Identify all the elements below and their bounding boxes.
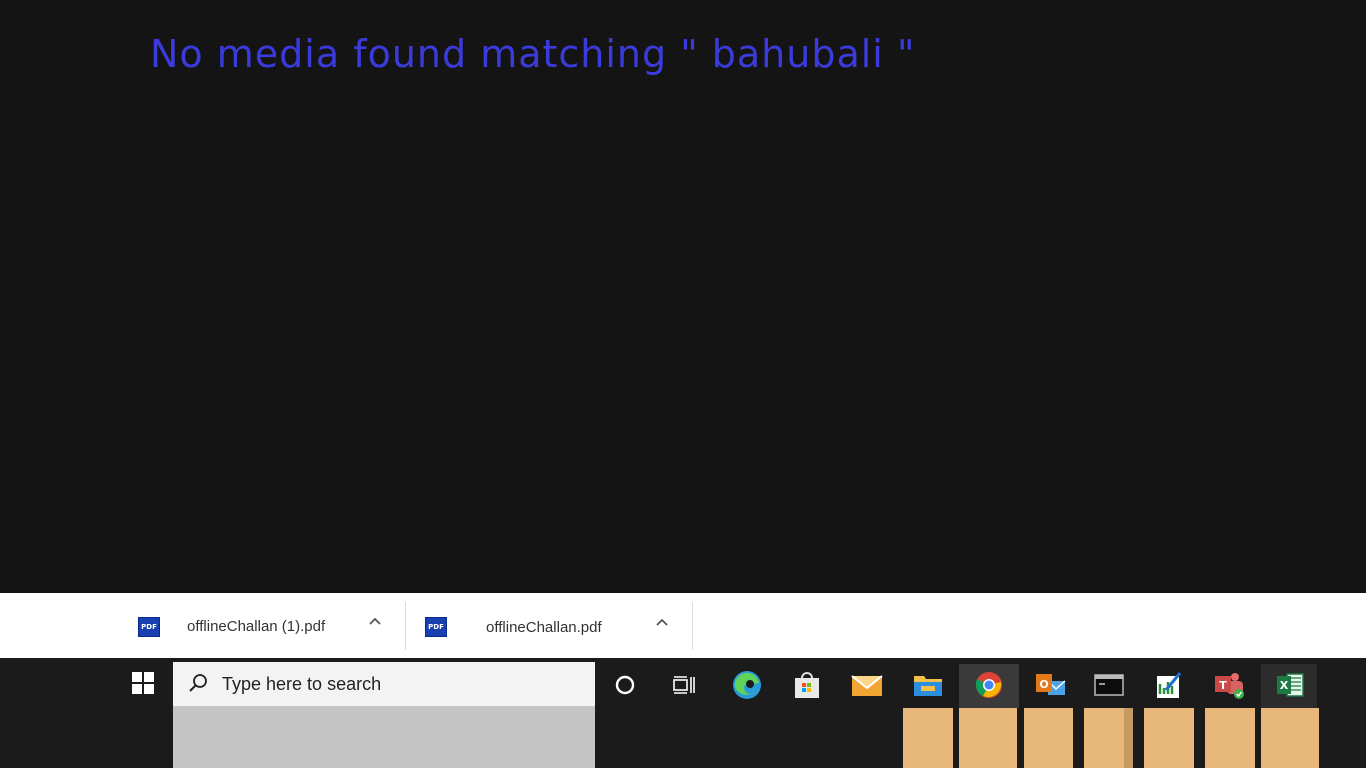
download-item[interactable]: PDF offlineChallan (1).pdf — [132, 602, 406, 650]
search-panel — [173, 706, 595, 768]
thumbnail-preview — [1084, 708, 1124, 768]
svg-text:X: X — [1280, 679, 1289, 692]
chart-app-icon[interactable] — [1152, 668, 1186, 702]
chrome-icon[interactable] — [972, 668, 1006, 702]
download-filename: offlineChallan (1).pdf — [187, 618, 326, 635]
chevron-up-icon[interactable] — [368, 614, 382, 633]
pdf-file-icon: PDF — [425, 617, 447, 637]
thumbnail-preview — [959, 708, 1017, 768]
taskbar: Type here to search O T X — [0, 658, 1366, 768]
thumbnail-preview-edge — [1124, 708, 1133, 768]
mail-icon[interactable] — [850, 668, 884, 702]
svg-text:O: O — [1039, 678, 1048, 691]
store-icon[interactable] — [790, 668, 824, 702]
taskbar-search-box[interactable]: Type here to search — [173, 662, 595, 707]
excel-icon[interactable]: X — [1273, 668, 1307, 702]
thumbnail-preview — [1205, 708, 1255, 768]
svg-text:T: T — [1219, 679, 1227, 692]
download-filename: offlineChallan.pdf — [486, 619, 602, 636]
thumbnail-preview — [1024, 708, 1073, 768]
terminal-icon[interactable] — [1092, 668, 1126, 702]
search-placeholder: Type here to search — [222, 674, 382, 694]
outlook-icon[interactable]: O — [1033, 668, 1067, 702]
task-view-icon[interactable] — [667, 668, 701, 702]
teams-icon[interactable]: T — [1213, 668, 1247, 702]
file-explorer-icon[interactable] — [911, 668, 945, 702]
windows-start-icon[interactable] — [132, 672, 154, 694]
thumbnail-preview — [903, 708, 953, 768]
no-results-message: No media found matching " bahubali " — [150, 32, 916, 76]
downloads-shelf: PDF offlineChallan (1).pdf PDF offlineCh… — [0, 593, 1366, 658]
cortana-icon[interactable] — [608, 668, 642, 702]
chevron-up-icon[interactable] — [655, 615, 669, 634]
search-icon — [187, 672, 209, 694]
download-item[interactable]: PDF offlineChallan.pdf — [405, 602, 693, 650]
pdf-file-icon: PDF — [138, 617, 160, 637]
thumbnail-preview — [1261, 708, 1319, 768]
edge-icon[interactable] — [730, 668, 764, 702]
thumbnail-preview — [1144, 708, 1194, 768]
